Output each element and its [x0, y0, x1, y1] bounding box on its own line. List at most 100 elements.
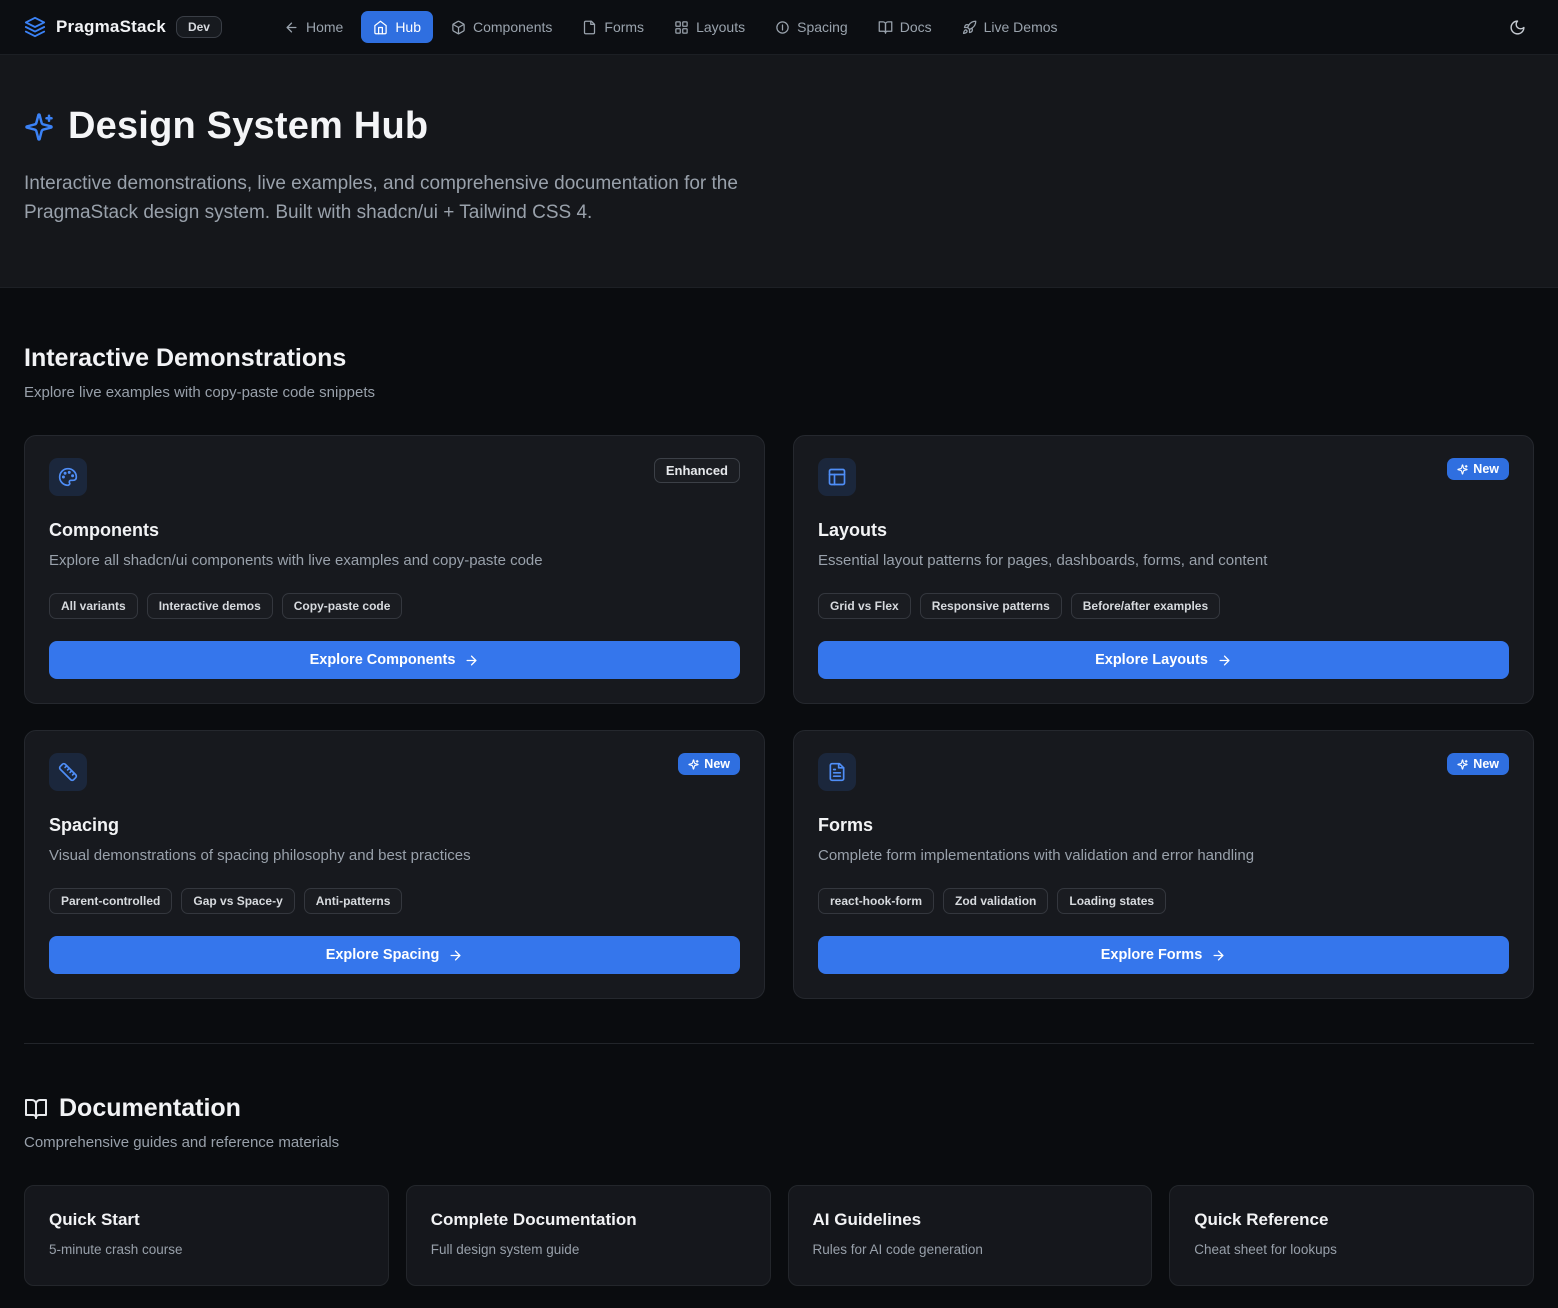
tag: Loading states	[1057, 888, 1166, 914]
moon-icon	[1509, 19, 1526, 36]
explore-forms-button[interactable]: Explore Forms	[818, 936, 1509, 974]
doc-card-title: Quick Start	[49, 1210, 364, 1230]
theme-toggle-button[interactable]	[1501, 11, 1534, 44]
arrow-right-icon	[464, 653, 479, 668]
tag: Anti-patterns	[304, 888, 403, 914]
explore-components-button[interactable]: Explore Components	[49, 641, 740, 679]
layout-grid-icon	[674, 20, 689, 35]
tag-row: All variants Interactive demos Copy-past…	[49, 593, 740, 619]
nav-label: Live Demos	[984, 19, 1058, 35]
documentation-section: Documentation Comprehensive guides and r…	[24, 1044, 1534, 1308]
file-icon	[582, 20, 597, 35]
nav-item-layouts[interactable]: Layouts	[662, 11, 757, 43]
tag-row: Grid vs Flex Responsive patterns Before/…	[818, 593, 1509, 619]
nav-item-docs[interactable]: Docs	[866, 11, 944, 43]
main-content: Interactive Demonstrations Explore live …	[0, 288, 1558, 1308]
layers-logo-icon	[24, 16, 46, 38]
doc-card-title: AI Guidelines	[813, 1210, 1128, 1230]
brand-name: PragmaStack	[56, 17, 166, 37]
ruler-icon	[49, 753, 87, 791]
doc-card-ai-guidelines[interactable]: AI Guidelines Rules for AI code generati…	[788, 1185, 1153, 1286]
card-title: Spacing	[49, 815, 740, 836]
tag: Copy-paste code	[282, 593, 403, 619]
nav-label: Forms	[604, 19, 644, 35]
demo-card-forms: New Forms Complete form implementations …	[793, 730, 1534, 999]
nav-item-live-demos[interactable]: Live Demos	[950, 11, 1070, 43]
nav-item-forms[interactable]: Forms	[570, 11, 656, 43]
arrow-left-icon	[284, 20, 299, 35]
nav-item-hub[interactable]: Hub	[361, 11, 433, 43]
doc-card-quick-reference[interactable]: Quick Reference Cheat sheet for lookups	[1169, 1185, 1534, 1286]
tag: Responsive patterns	[920, 593, 1062, 619]
card-description: Visual demonstrations of spacing philoso…	[49, 845, 740, 866]
page-title: Design System Hub	[68, 105, 428, 148]
docs-heading: Documentation	[24, 1094, 1534, 1123]
rocket-icon	[962, 20, 977, 35]
nav-label: Home	[306, 19, 343, 35]
docs-heading-label: Documentation	[59, 1094, 241, 1123]
doc-card-description: Cheat sheet for lookups	[1194, 1242, 1509, 1257]
explore-spacing-button[interactable]: Explore Spacing	[49, 936, 740, 974]
doc-card-title: Complete Documentation	[431, 1210, 746, 1230]
demo-card-layouts: New Layouts Essential layout patterns fo…	[793, 435, 1534, 704]
sparkles-icon	[1457, 759, 1468, 770]
arrow-right-icon	[1217, 653, 1232, 668]
nav-item-spacing[interactable]: Spacing	[763, 11, 860, 43]
demo-card-spacing: New Spacing Visual demonstrations of spa…	[24, 730, 765, 999]
nav-label: Hub	[395, 19, 421, 35]
tag: Before/after examples	[1071, 593, 1220, 619]
explore-layouts-button[interactable]: Explore Layouts	[818, 641, 1509, 679]
demos-heading: Interactive Demonstrations	[24, 344, 1534, 373]
nav-item-home[interactable]: Home	[272, 11, 355, 43]
badge-label: New	[1473, 757, 1499, 771]
sparkles-icon	[1457, 464, 1468, 475]
brand[interactable]: PragmaStack Dev	[24, 16, 222, 38]
hero-section: Design System Hub Interactive demonstrat…	[0, 55, 1558, 288]
card-description: Complete form implementations with valid…	[818, 845, 1509, 866]
doc-card-description: Full design system guide	[431, 1242, 746, 1257]
docs-card-grid: Quick Start 5-minute crash course Comple…	[24, 1185, 1534, 1286]
nav-label: Spacing	[797, 19, 848, 35]
box-icon	[451, 20, 466, 35]
tag: react-hook-form	[818, 888, 934, 914]
badge-label: New	[1473, 462, 1499, 476]
layout-panel-icon	[818, 458, 856, 496]
book-open-icon	[878, 20, 893, 35]
card-title: Components	[49, 520, 740, 541]
tag: All variants	[49, 593, 138, 619]
circle-icon	[775, 20, 790, 35]
docs-subheading: Comprehensive guides and reference mater…	[24, 1134, 1534, 1151]
doc-card-quick-start[interactable]: Quick Start 5-minute crash course	[24, 1185, 389, 1286]
demo-card-grid: Enhanced Components Explore all shadcn/u…	[24, 435, 1534, 999]
cta-label: Explore Layouts	[1095, 652, 1208, 668]
home-icon	[373, 20, 388, 35]
nav-label: Layouts	[696, 19, 745, 35]
demo-card-components: Enhanced Components Explore all shadcn/u…	[24, 435, 765, 704]
cta-label: Explore Forms	[1101, 947, 1203, 963]
tag: Parent-controlled	[49, 888, 172, 914]
tag: Zod validation	[943, 888, 1048, 914]
cta-label: Explore Components	[310, 652, 456, 668]
arrow-right-icon	[1211, 948, 1226, 963]
cta-label: Explore Spacing	[326, 947, 440, 963]
sparkles-icon	[24, 112, 54, 142]
enhanced-badge: Enhanced	[654, 458, 740, 483]
tag: Interactive demos	[147, 593, 273, 619]
top-navbar: PragmaStack Dev Home Hub Components Form…	[0, 0, 1558, 55]
card-title: Forms	[818, 815, 1509, 836]
main-nav: Home Hub Components Forms Layouts Spacin…	[272, 11, 1477, 43]
nav-label: Components	[473, 19, 552, 35]
new-badge: New	[678, 753, 740, 775]
doc-card-complete-documentation[interactable]: Complete Documentation Full design syste…	[406, 1185, 771, 1286]
demos-subheading: Explore live examples with copy-paste co…	[24, 384, 1534, 401]
file-text-icon	[818, 753, 856, 791]
doc-card-title: Quick Reference	[1194, 1210, 1509, 1230]
page-description: Interactive demonstrations, live example…	[24, 170, 769, 227]
env-badge: Dev	[176, 16, 222, 38]
card-description: Essential layout patterns for pages, das…	[818, 550, 1509, 571]
doc-card-description: 5-minute crash course	[49, 1242, 364, 1257]
doc-card-description: Rules for AI code generation	[813, 1242, 1128, 1257]
new-badge: New	[1447, 753, 1509, 775]
nav-item-components[interactable]: Components	[439, 11, 564, 43]
card-title: Layouts	[818, 520, 1509, 541]
